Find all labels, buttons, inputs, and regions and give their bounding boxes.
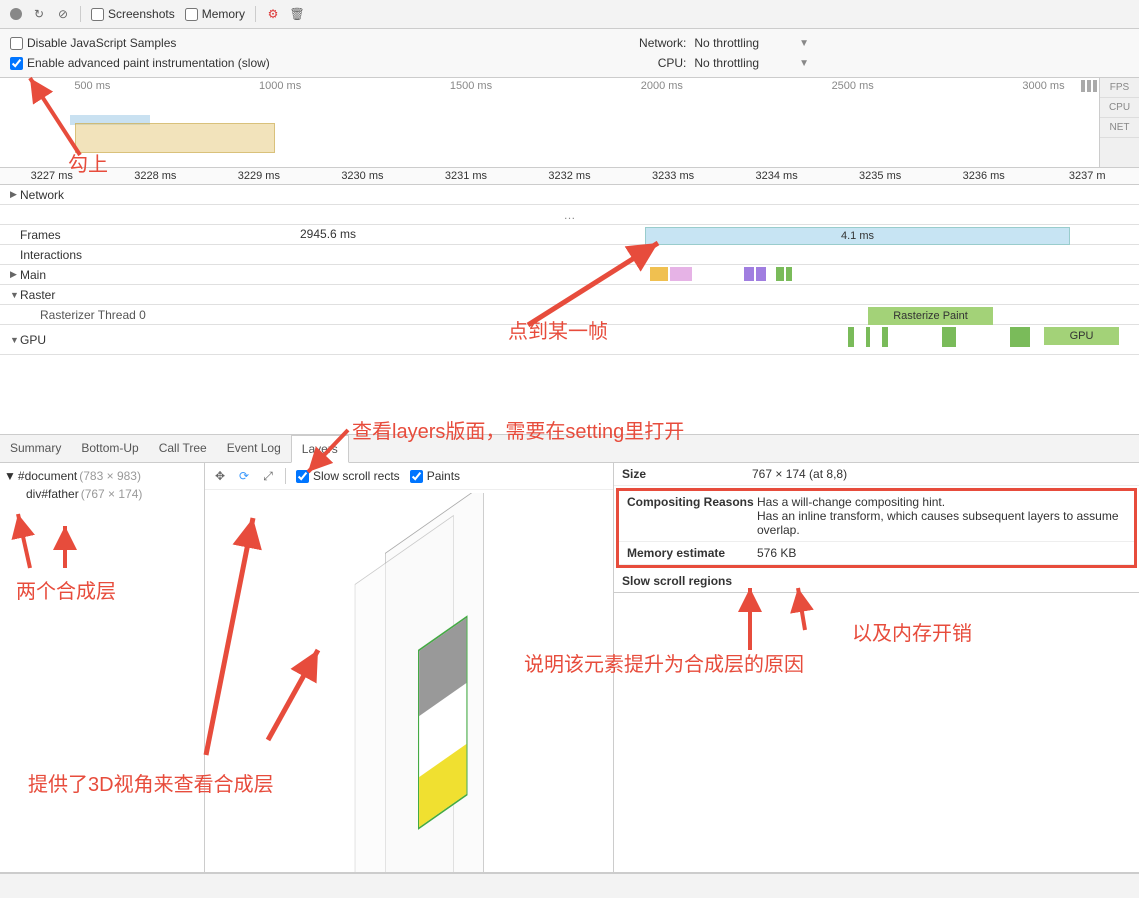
footer [0, 873, 1139, 898]
paints-checkbox[interactable]: Paints [410, 469, 460, 483]
gear-icon[interactable]: ⚙ [266, 7, 280, 21]
layer-child[interactable] [418, 615, 468, 830]
frame-bar[interactable]: 4.1 ms [645, 227, 1070, 245]
overview-ticks: 500 ms1000 ms1500 ms2000 ms2500 ms3000 m… [0, 78, 1139, 92]
raster-section[interactable]: ▼Raster [0, 285, 1139, 305]
chevron-down-icon: ▼ [799, 38, 809, 49]
tree-document[interactable]: ▼#document(783 × 983) [4, 467, 200, 485]
layers-tree: ▼#document(783 × 983) div#father(767 × 1… [0, 463, 205, 872]
info-memory: Memory estimate576 KB [619, 542, 1134, 565]
raster-thread-row[interactable]: Rasterizer Thread 0 Rasterize Paint [0, 305, 1139, 325]
tab-call-tree[interactable]: Call Tree [149, 435, 217, 462]
main-section[interactable]: ▶Main [0, 265, 1139, 285]
interactions-section[interactable]: Interactions [0, 245, 1139, 265]
cpu-label: CPU: [658, 56, 687, 70]
info-reasons: Compositing ReasonsHas a will-change com… [619, 491, 1134, 542]
tree-div-father[interactable]: div#father(767 × 174) [4, 485, 200, 503]
cpu-select[interactable]: No throttling▼ [694, 56, 809, 70]
capture-options: Disable JavaScript Samples Network: No t… [0, 29, 1139, 78]
info-slow-scroll: Slow scroll regions [614, 570, 1139, 593]
slow-scroll-checkbox[interactable]: Slow scroll rects [296, 469, 400, 483]
rotate-icon[interactable]: ⟳ [237, 469, 251, 483]
gpu-blocks[interactable] [848, 327, 1030, 347]
reload-button[interactable]: ↻ [32, 7, 46, 21]
network-section[interactable]: ▶Network [0, 185, 1139, 205]
pan-icon[interactable]: ✥ [213, 469, 227, 483]
clear-button[interactable]: ⊘ [56, 7, 70, 21]
layers-view-toolbar: ✥ ⟳ ⤢ Slow scroll rects Paints [205, 463, 613, 490]
tab-summary[interactable]: Summary [0, 435, 71, 462]
rasterize-paint-block[interactable]: Rasterize Paint [868, 307, 993, 325]
record-button[interactable] [10, 8, 22, 20]
info-size: Size767 × 174 (at 8,8) [614, 463, 1139, 486]
chevron-down-icon: ▼ [799, 58, 809, 69]
tab-bottom-up[interactable]: Bottom-Up [71, 435, 148, 462]
reset-icon[interactable]: ⤢ [261, 469, 275, 483]
layer-details: Size767 × 174 (at 8,8) Compositing Reaso… [614, 463, 1139, 872]
detail-tabs: Summary Bottom-Up Call Tree Event Log La… [0, 435, 1139, 463]
trash-icon[interactable]: 🗑 [290, 7, 304, 21]
tab-layers[interactable]: Layers [291, 435, 349, 463]
tab-event-log[interactable]: Event Log [217, 435, 291, 462]
main-toolbar: ↻ ⊘ Screenshots Memory ⚙ 🗑 [0, 0, 1139, 29]
memory-checkbox[interactable]: Memory [185, 7, 245, 21]
gpu-label-block[interactable]: GPU [1044, 327, 1119, 345]
section-divider: … [0, 205, 1139, 225]
frame-time-left: 2945.6 ms [300, 227, 356, 241]
time-ruler[interactable]: 3227 ms3228 ms3229 ms3230 ms3231 ms3232 … [0, 168, 1139, 185]
main-blocks[interactable] [650, 267, 792, 281]
disable-js-checkbox[interactable]: Disable JavaScript Samples [10, 36, 176, 50]
network-select[interactable]: No throttling▼ [694, 36, 809, 50]
timeline-overview[interactable]: 500 ms1000 ms1500 ms2000 ms2500 ms3000 m… [0, 78, 1139, 168]
layers-panel: ▼#document(783 × 983) div#father(767 × 1… [0, 463, 1139, 873]
screenshots-checkbox[interactable]: Screenshots [91, 7, 175, 21]
layers-3d-view[interactable]: ✥ ⟳ ⤢ Slow scroll rects Paints [205, 463, 614, 872]
frames-section[interactable]: Frames 2945.6 ms 4.1 ms [0, 225, 1139, 245]
gpu-section[interactable]: ▼GPU GPU [0, 325, 1139, 355]
overview-lanes: FPSCPUNET [1099, 78, 1139, 167]
network-label: Network: [639, 36, 686, 50]
enable-paint-checkbox[interactable]: Enable advanced paint instrumentation (s… [10, 56, 270, 70]
